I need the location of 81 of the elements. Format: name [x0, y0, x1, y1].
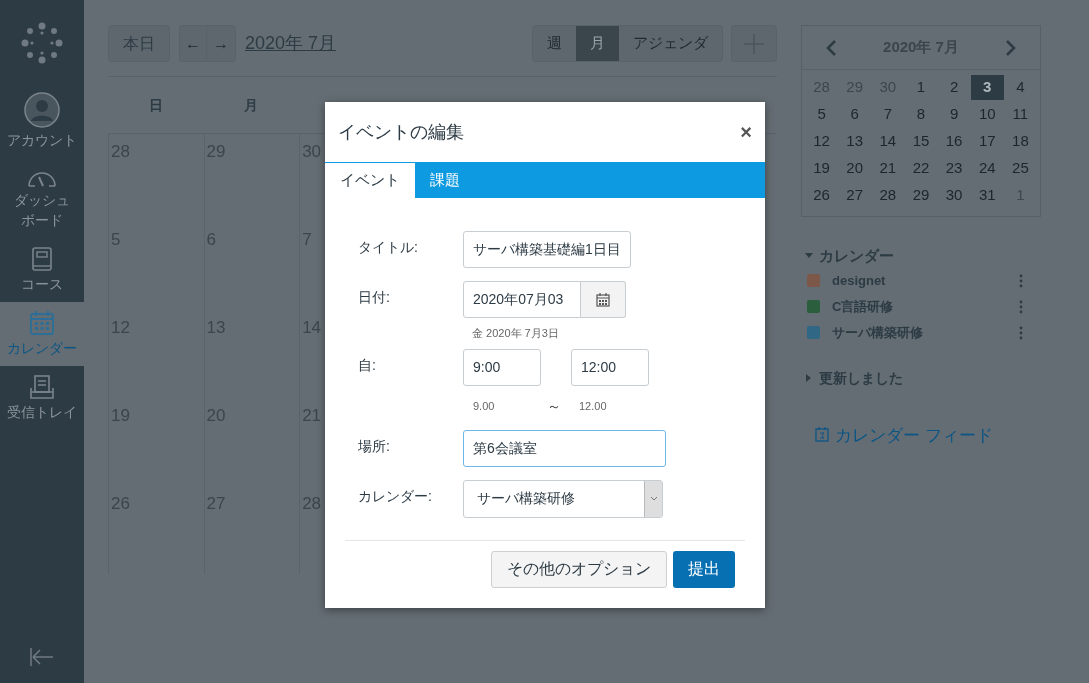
- field-label: 自:: [358, 355, 377, 375]
- mini-day[interactable]: 10: [970, 102, 1004, 127]
- view-tab[interactable]: アジェンダ: [619, 26, 722, 61]
- date-picker-button[interactable]: [581, 281, 626, 318]
- more-icon: [1019, 325, 1023, 340]
- dialog-title: イベントの編集: [338, 120, 464, 144]
- previous-month-button[interactable]: [826, 39, 837, 56]
- calendar-feed-link[interactable]: カレンダー フィード: [815, 422, 1041, 448]
- book-icon: [30, 246, 54, 272]
- mini-day[interactable]: 26: [805, 183, 839, 208]
- mini-day[interactable]: 9: [937, 102, 971, 127]
- input-field[interactable]: 9:00: [463, 348, 541, 386]
- input-field[interactable]: 2020年07月03: [463, 281, 581, 318]
- view-tab[interactable]: 月: [576, 26, 619, 61]
- next-month-button[interactable]: [1005, 39, 1016, 56]
- mini-day[interactable]: 6: [838, 102, 872, 127]
- logo-icon[interactable]: [21, 22, 63, 64]
- view-tab[interactable]: 週: [533, 26, 576, 61]
- mini-day[interactable]: 2: [937, 75, 971, 100]
- mini-day[interactable]: 29: [904, 183, 938, 208]
- field-label: カレンダー:: [358, 486, 433, 506]
- avatar-icon: [24, 92, 60, 128]
- mini-day[interactable]: 24: [970, 156, 1004, 181]
- mini-day[interactable]: 14: [871, 129, 905, 154]
- field-label: 日付:: [358, 288, 391, 307]
- mini-day[interactable]: 5: [805, 102, 839, 127]
- time-hint: 12.00: [579, 398, 607, 414]
- mini-day[interactable]: 28: [871, 183, 905, 208]
- input-field[interactable]: 12:00: [571, 348, 649, 386]
- more-options-button[interactable]: その他のオプション: [491, 550, 667, 588]
- input-field[interactable]: サーバ構築基礎編1日目: [463, 231, 631, 268]
- calendar-icon: [29, 310, 55, 336]
- mini-day[interactable]: 30: [937, 183, 971, 208]
- mini-day[interactable]: 17: [970, 129, 1004, 154]
- inbox-icon: [29, 374, 55, 400]
- input-field[interactable]: 第6会議室: [463, 429, 666, 467]
- chevron-down-icon: [649, 496, 658, 501]
- field-label: 場所:: [358, 436, 391, 456]
- chevron-left-icon: [826, 39, 837, 56]
- mini-day[interactable]: 15: [904, 129, 938, 154]
- close-button[interactable]: ×: [740, 117, 752, 147]
- add-button[interactable]: [731, 25, 777, 62]
- caret-right-icon: [805, 374, 813, 382]
- chevron-right-icon: [1005, 39, 1016, 56]
- previous-button[interactable]: ←: [180, 26, 207, 61]
- mini-day[interactable]: 12: [805, 129, 839, 154]
- calendar-icon: [815, 427, 829, 444]
- color-swatch[interactable]: [807, 300, 820, 313]
- mini-day[interactable]: 20: [838, 156, 872, 181]
- mini-day[interactable]: 22: [904, 156, 938, 181]
- dialog-tab[interactable]: イベント: [325, 163, 415, 198]
- mini-day[interactable]: 1: [904, 75, 938, 100]
- mini-day[interactable]: 25: [1003, 156, 1037, 181]
- mini-day[interactable]: 27: [838, 183, 872, 208]
- calendar-icon: [596, 292, 610, 307]
- mini-day[interactable]: 23: [937, 156, 971, 181]
- mini-day[interactable]: 8: [904, 102, 938, 127]
- more-icon: [1019, 299, 1023, 314]
- mini-day[interactable]: 31: [970, 183, 1004, 208]
- color-swatch[interactable]: [807, 274, 820, 287]
- mini-day[interactable]: 4: [1003, 75, 1037, 100]
- mini-day[interactable]: 13: [838, 129, 872, 154]
- dialog-tab[interactable]: 課題: [415, 163, 475, 198]
- mini-day[interactable]: 7: [871, 102, 905, 127]
- collapse-icon[interactable]: [29, 647, 55, 667]
- mini-day[interactable]: 11: [1003, 102, 1037, 127]
- mini-day[interactable]: 21: [871, 156, 905, 181]
- mini-day[interactable]: 3: [970, 75, 1004, 100]
- time-hint: 9.00: [473, 398, 496, 414]
- nav-item[interactable]: カレンダー: [0, 302, 84, 366]
- time-separator: ～: [547, 396, 562, 416]
- submit-button[interactable]: 提出: [673, 550, 735, 588]
- field-label: タイトル:: [358, 238, 419, 257]
- mini-day[interactable]: 18: [1003, 129, 1037, 154]
- select-field[interactable]: サーバ構築研修: [463, 479, 663, 518]
- mini-day[interactable]: 19: [805, 156, 839, 181]
- color-swatch[interactable]: [807, 326, 820, 339]
- date-hint: 金 2020年 7月3日: [472, 326, 560, 341]
- mini-day[interactable]: 16: [937, 129, 971, 154]
- more-icon: [1019, 273, 1023, 288]
- next-button[interactable]: →: [207, 26, 235, 61]
